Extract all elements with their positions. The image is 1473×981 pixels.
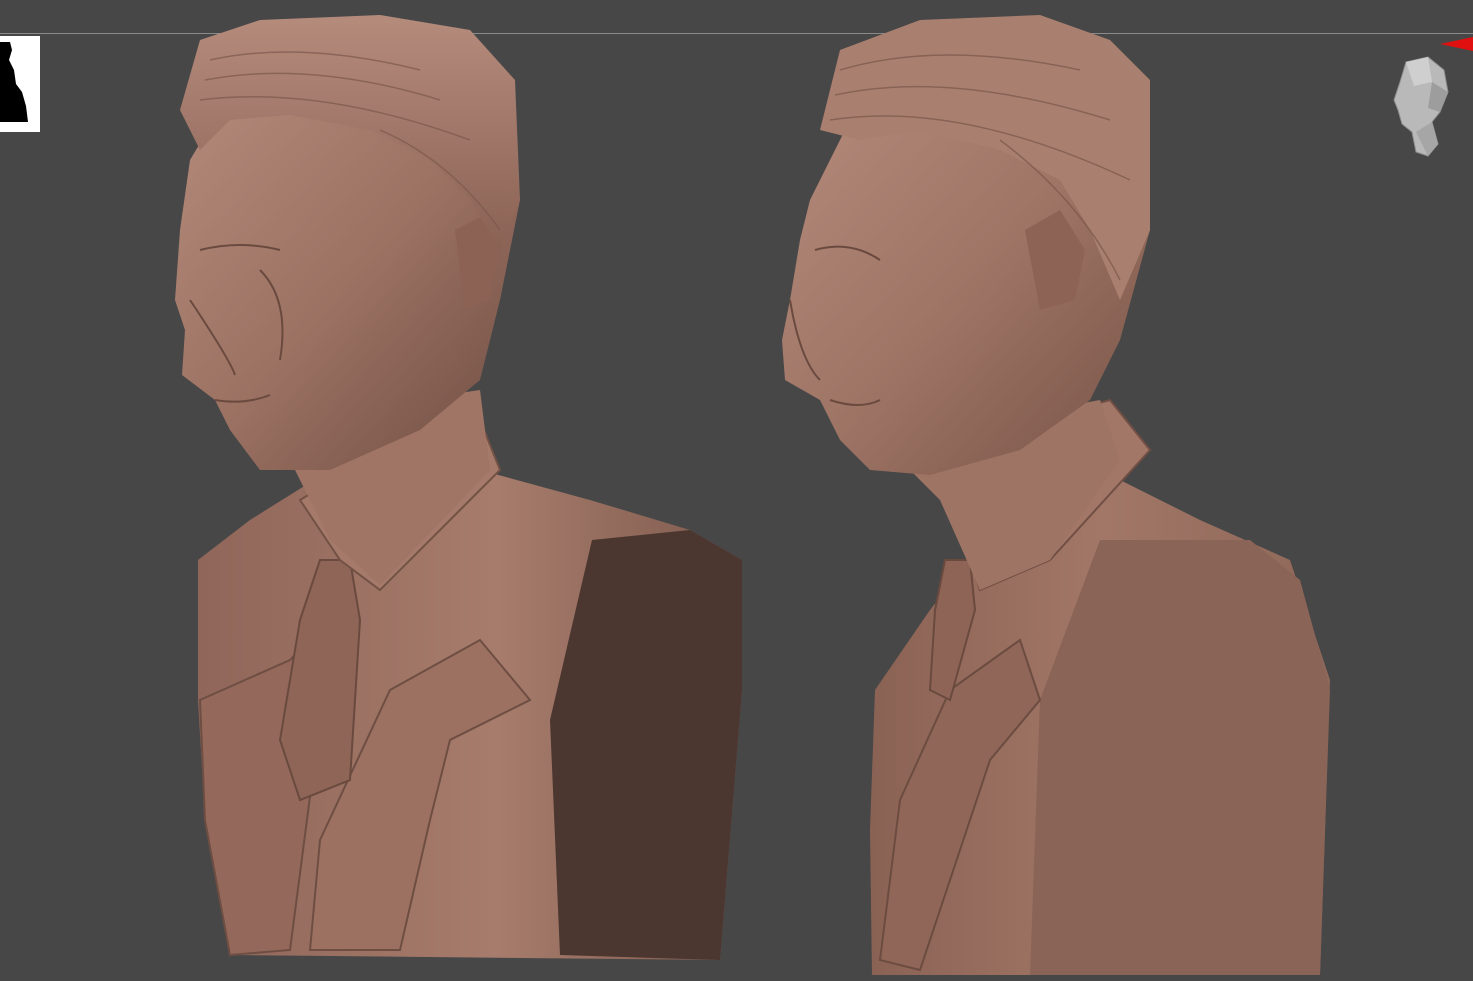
- bust-side-view[interactable]: [0, 0, 1473, 981]
- zbrush-viewport[interactable]: [0, 0, 1473, 981]
- navigation-head-icon[interactable]: [1388, 52, 1458, 162]
- axis-indicator-icon: [1440, 37, 1473, 51]
